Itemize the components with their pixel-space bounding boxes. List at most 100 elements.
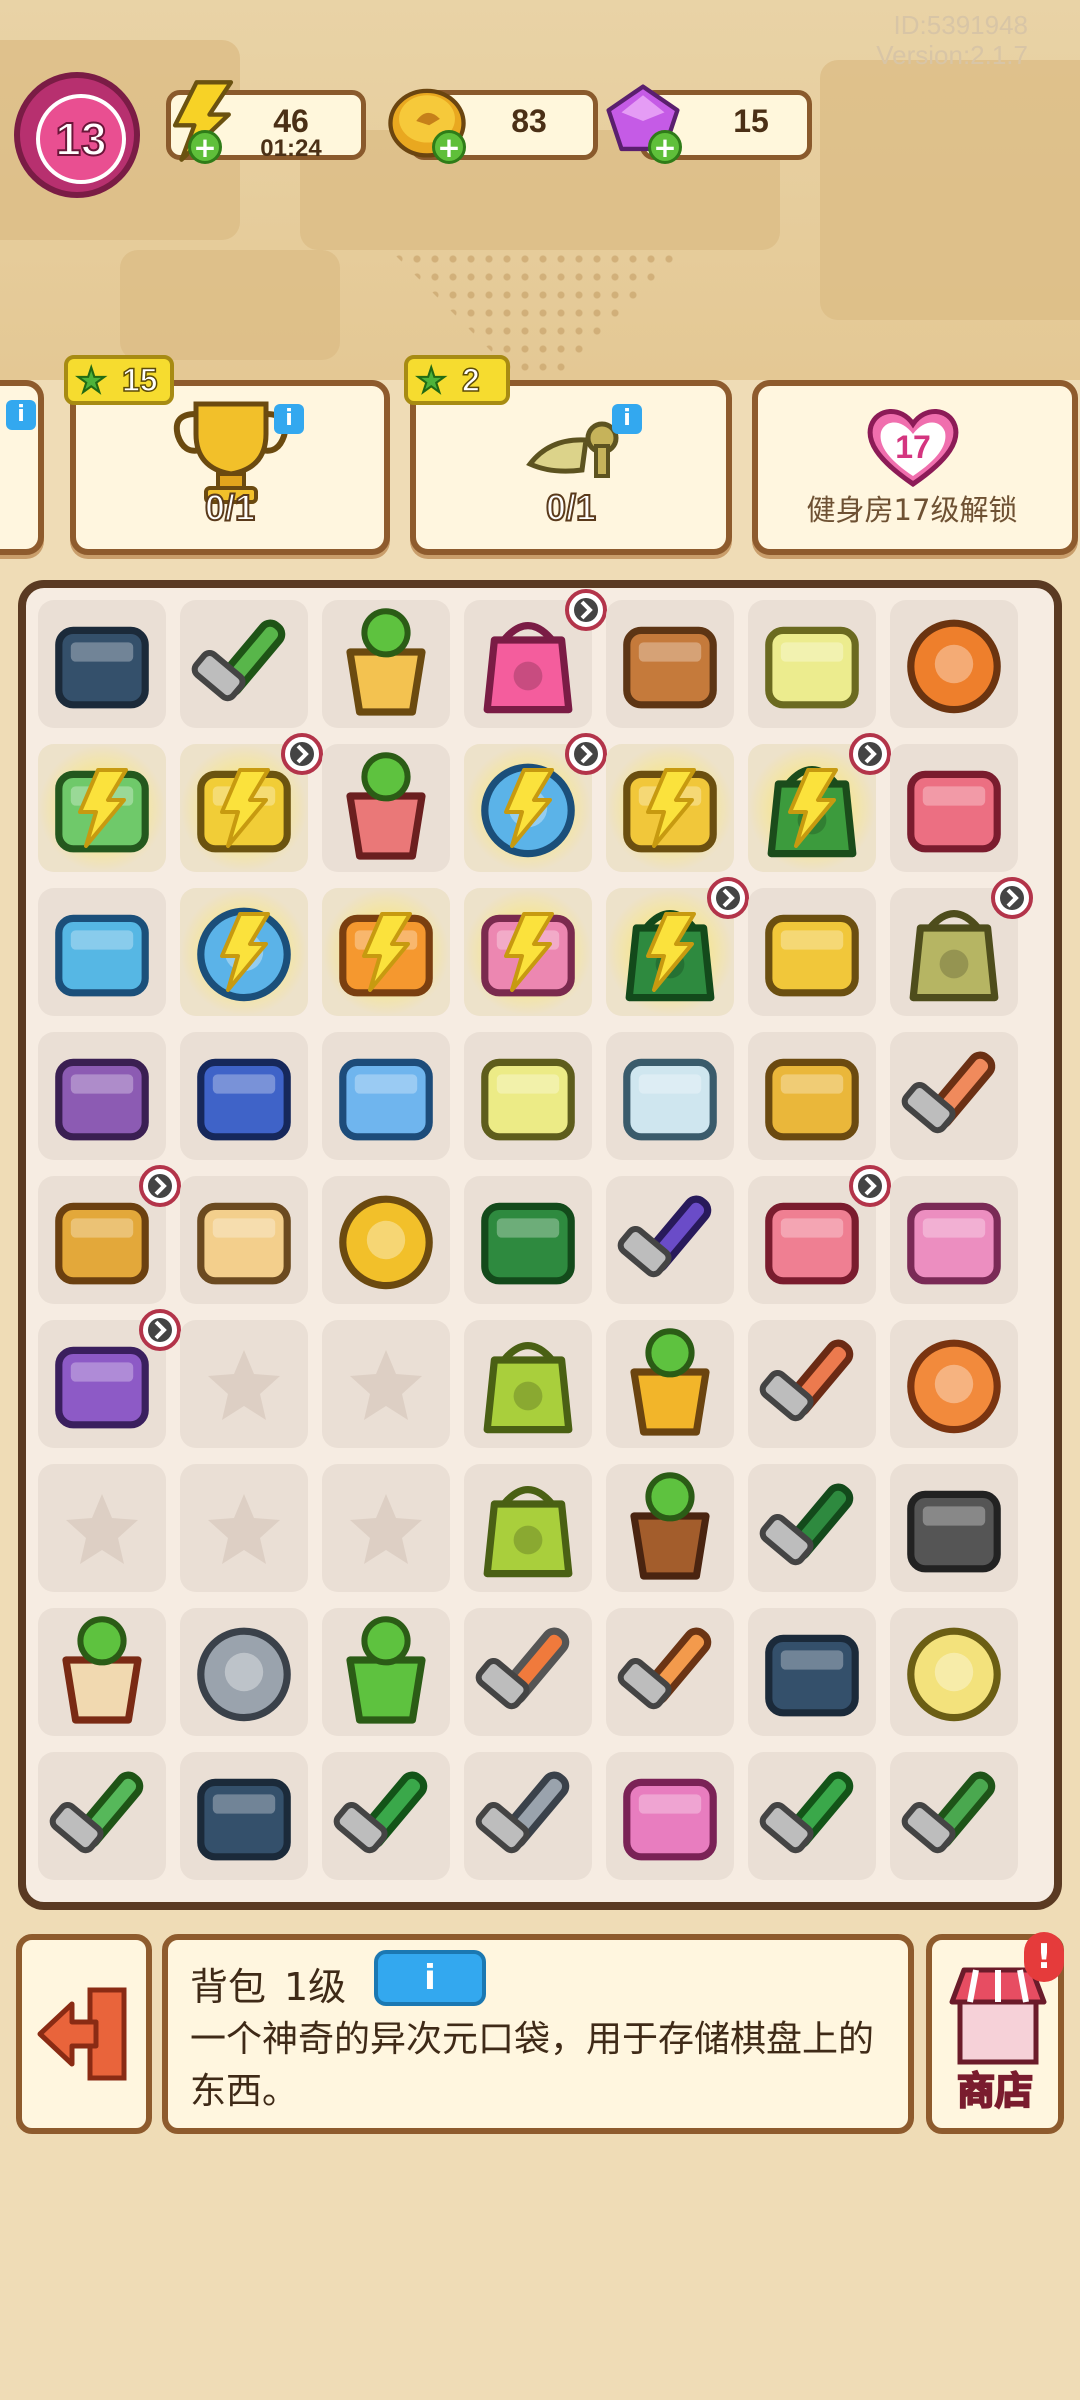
board-cell[interactable]: [748, 1608, 876, 1736]
empty-slot-star-icon: [208, 1494, 280, 1564]
board-cell[interactable]: [890, 877, 1033, 1016]
blue-hood-icon: [197, 1058, 291, 1141]
board-cell[interactable]: [180, 1752, 308, 1880]
board-cell[interactable]: [464, 1464, 592, 1592]
snail-shell-icon: [197, 1627, 291, 1722]
board-cell[interactable]: [322, 1176, 450, 1304]
board-cell[interactable]: [890, 1464, 1018, 1592]
board-cell[interactable]: [606, 1176, 734, 1304]
board-cell[interactable]: [606, 744, 734, 872]
board-cell[interactable]: [38, 1165, 181, 1304]
blue-chips-icon: [55, 914, 149, 997]
lightning-lock-icon: [220, 768, 270, 848]
add-gems-button[interactable]: +: [648, 130, 682, 164]
board-cell[interactable]: [180, 733, 323, 872]
info-icon[interactable]: i: [612, 404, 642, 434]
board-cell[interactable]: [606, 1464, 734, 1592]
board-cell[interactable]: [890, 1032, 1018, 1160]
player-level-badge[interactable]: 13: [14, 72, 140, 198]
board-cell[interactable]: [606, 600, 734, 728]
board-cell[interactable]: [38, 1309, 181, 1448]
board-cell[interactable]: [180, 1032, 308, 1160]
board-cell[interactable]: [748, 733, 891, 872]
board-cell[interactable]: [180, 1320, 308, 1448]
board-cell[interactable]: [890, 1320, 1018, 1448]
green-lid-icon: [481, 1202, 575, 1285]
board-cell[interactable]: [38, 1752, 166, 1880]
add-coins-button[interactable]: +: [432, 130, 466, 164]
board-cell[interactable]: [748, 1752, 876, 1880]
board-cell[interactable]: [38, 1464, 166, 1592]
pink-brick-icon: [907, 1202, 1001, 1285]
board-cell[interactable]: [606, 1752, 734, 1880]
lightning-lock-icon: [646, 768, 696, 848]
board-cell[interactable]: [180, 1464, 308, 1592]
board-cell[interactable]: [322, 1464, 450, 1592]
board-cell[interactable]: [890, 1608, 1018, 1736]
board-cell[interactable]: [464, 1032, 592, 1160]
board-cell[interactable]: [606, 1032, 734, 1160]
board-cell[interactable]: [890, 1176, 1018, 1304]
board-cell[interactable]: [38, 888, 166, 1016]
board-cell[interactable]: [38, 1032, 166, 1160]
board-cell[interactable]: [464, 1176, 592, 1304]
board-cell[interactable]: [322, 888, 450, 1016]
empty-slot-star-icon: [350, 1350, 422, 1420]
board-cell[interactable]: [464, 589, 607, 728]
item-info-button[interactable]: i: [374, 1950, 486, 2006]
item-level: 1级: [284, 1965, 347, 2009]
board-cell[interactable]: [748, 888, 876, 1016]
tape-measure-icon: [907, 619, 1001, 714]
board-cell[interactable]: [180, 1608, 308, 1736]
yarn-ball-icon: [907, 1627, 1001, 1722]
board-cell[interactable]: [464, 1608, 592, 1736]
unlock-text: 健身房17级解锁: [806, 493, 1018, 527]
board-cell[interactable]: [180, 888, 308, 1016]
board-cell[interactable]: [322, 1320, 450, 1448]
board-cell[interactable]: [748, 600, 876, 728]
basket-icon: [765, 626, 859, 709]
chart-notepad-icon: [623, 1058, 717, 1141]
board-cell[interactable]: [464, 888, 592, 1016]
seed-bag-icon: [483, 1486, 573, 1578]
board-cell[interactable]: [38, 1608, 166, 1736]
board-cell[interactable]: [322, 744, 450, 872]
order-card-trophy[interactable]: i 0/1: [70, 380, 390, 555]
order-card-partial[interactable]: i: [0, 380, 44, 555]
board-cell[interactable]: [322, 1608, 450, 1736]
board-cell[interactable]: [322, 1032, 450, 1160]
apple-core-icon: [907, 1339, 1001, 1434]
board-cell[interactable]: [38, 744, 166, 872]
board-cell[interactable]: [748, 1464, 876, 1592]
trowel-icon: [475, 1627, 570, 1710]
board-cell[interactable]: [890, 600, 1018, 728]
board-cell[interactable]: [748, 1165, 891, 1304]
board-cell[interactable]: [890, 1752, 1018, 1880]
paint-bucket-icon: [346, 752, 426, 860]
board-cell[interactable]: [606, 877, 749, 1016]
clay-chunks-icon: [623, 626, 717, 709]
board-cell[interactable]: [180, 600, 308, 728]
board-cell[interactable]: [322, 600, 450, 728]
board-cell[interactable]: [748, 1320, 876, 1448]
order-card-scroll[interactable]: i 0/1: [410, 380, 732, 555]
board-cell[interactable]: [606, 1608, 734, 1736]
pink-bricks-icon: [623, 1778, 717, 1861]
lightning-lock-icon: [504, 912, 554, 992]
board-cell[interactable]: [748, 1032, 876, 1160]
green-handle-icon: [759, 1483, 854, 1566]
board-cell[interactable]: [464, 733, 607, 872]
board-cell[interactable]: [322, 1752, 450, 1880]
board-cell[interactable]: [180, 1176, 308, 1304]
board-cell[interactable]: [38, 600, 166, 728]
energy-timer: 01:24: [260, 135, 322, 162]
cpu-chip-icon: [765, 1634, 859, 1717]
exit-button[interactable]: [16, 1934, 152, 2134]
board-cell[interactable]: [890, 744, 1018, 872]
merge-board[interactable]: [18, 580, 1062, 1910]
board-cell[interactable]: [464, 1320, 592, 1448]
board-cell[interactable]: [464, 1752, 592, 1880]
board-cell[interactable]: [606, 1320, 734, 1448]
info-icon[interactable]: i: [274, 404, 304, 434]
add-energy-button[interactable]: +: [188, 130, 222, 164]
